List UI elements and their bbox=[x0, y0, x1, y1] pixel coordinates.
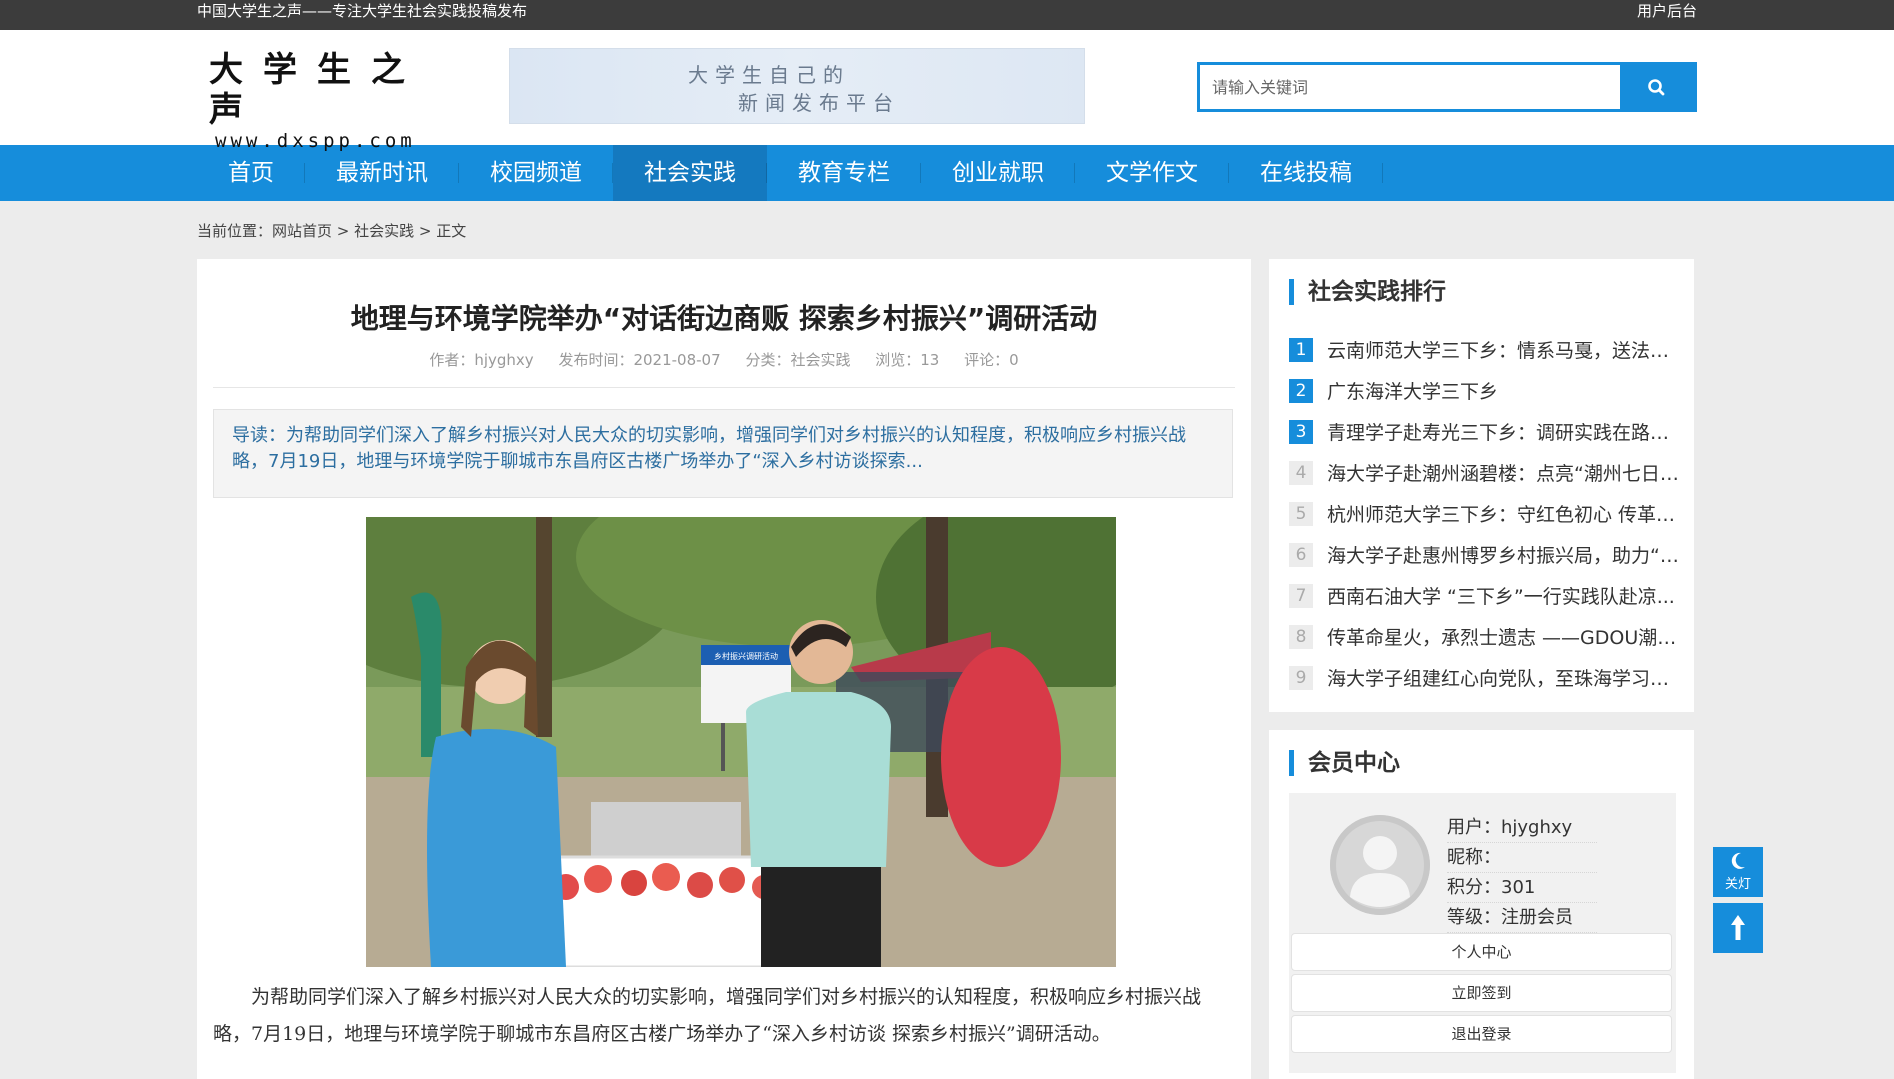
top-bar: 中国大学生之声——专注大学生社会实践投稿发布 用户后台 bbox=[0, 0, 1894, 30]
logout-button[interactable]: 退出登录 bbox=[1291, 1015, 1672, 1053]
moon-icon bbox=[1731, 852, 1745, 869]
rank-title[interactable]: 杭州师范大学三下乡：守红色初心 传革命... bbox=[1327, 500, 1679, 527]
rank-title[interactable]: 西南石油大学 “三下乡”一行实践队赴凉... bbox=[1327, 582, 1675, 609]
back-to-top-button[interactable] bbox=[1713, 903, 1763, 953]
article-paragraph: 为帮助同学们深入了解乡村振兴对人民大众的切实影响，增强同学们对乡村振兴的认知程度… bbox=[213, 986, 1202, 1045]
ranking-item[interactable]: 9 海大学子组建红心向党队，至珠海学习百年... bbox=[1289, 657, 1679, 698]
search-icon bbox=[1648, 79, 1665, 96]
personal-center-button[interactable]: 个人中心 bbox=[1291, 933, 1672, 971]
ranking-item[interactable]: 7 西南石油大学 “三下乡”一行实践队赴凉... bbox=[1289, 575, 1679, 616]
ranking-item[interactable]: 8 传革命星火，承烈士遗志 ——GDOU潮州... bbox=[1289, 616, 1679, 657]
rank-number: 2 bbox=[1289, 378, 1313, 403]
breadcrumb-separator: > bbox=[332, 222, 355, 240]
meta-views: 浏览：13 bbox=[875, 351, 940, 369]
rank-number: 5 bbox=[1289, 501, 1313, 526]
ranking-item[interactable]: 1 云南师范大学三下乡：情系马戛，送法下乡 bbox=[1289, 329, 1679, 370]
nav-item-career[interactable]: 创业就职 bbox=[921, 145, 1075, 201]
ranking-item[interactable]: 5 杭州师范大学三下乡：守红色初心 传革命... bbox=[1289, 493, 1679, 534]
meta-date: 发布时间：2021-08-07 bbox=[558, 351, 721, 369]
header-banner: 大学生自己的 新闻发布平台 bbox=[509, 48, 1085, 124]
rank-title[interactable]: 传革命星火，承烈士遗志 ——GDOU潮州... bbox=[1327, 623, 1679, 650]
breadcrumb-separator: > bbox=[414, 222, 437, 240]
site-logo[interactable]: 大学生之声 www.dxspp.com bbox=[209, 50, 449, 152]
member-center-panel: 会员中心 用户：hjyghxy 昵称： 积分：301 等级：注册会员 个人中心 … bbox=[1269, 730, 1694, 1079]
logo-text-cn: 大学生之声 bbox=[209, 50, 425, 130]
breadcrumb-current: 正文 bbox=[436, 222, 467, 240]
banner-line-2: 新闻发布平台 bbox=[738, 91, 900, 115]
rank-number: 3 bbox=[1289, 419, 1313, 444]
rank-title[interactable]: 海大学子赴惠州博罗乡村振兴局，助力“鹅... bbox=[1327, 541, 1679, 568]
ranking-list: 1 云南师范大学三下乡：情系马戛，送法下乡 2 广东海洋大学三下乡 3 青理学子赴寿光… bbox=[1289, 329, 1679, 698]
rank-number: 9 bbox=[1289, 665, 1313, 690]
rank-number: 1 bbox=[1289, 337, 1313, 362]
rank-number: 7 bbox=[1289, 583, 1313, 608]
meta-comments: 评论：0 bbox=[964, 351, 1019, 369]
nav-item-news[interactable]: 最新时讯 bbox=[305, 145, 459, 201]
ranking-item[interactable]: 6 海大学子赴惠州博罗乡村振兴局，助力“鹅... bbox=[1289, 534, 1679, 575]
ranking-panel: 社会实践排行 1 云南师范大学三下乡：情系马戛，送法下乡 2 广东海洋大学三下乡 3… bbox=[1269, 259, 1694, 712]
search-input[interactable] bbox=[1200, 65, 1620, 109]
user-backend-link[interactable]: 用户后台 bbox=[1637, 0, 1697, 22]
main-nav: 首页 最新时讯 校园频道 社会实践 教育专栏 创业就职 文学作文 在线投稿 bbox=[0, 145, 1894, 201]
search-button[interactable] bbox=[1620, 65, 1694, 109]
nav-item-education[interactable]: 教育专栏 bbox=[767, 145, 921, 201]
breadcrumb-home-link[interactable]: 网站首页 bbox=[272, 222, 332, 240]
rank-number: 6 bbox=[1289, 542, 1313, 567]
rank-title[interactable]: 海大学子组建红心向党队，至珠海学习百年... bbox=[1327, 664, 1679, 691]
member-center-title: 会员中心 bbox=[1289, 750, 1400, 776]
ranking-title: 社会实践排行 bbox=[1289, 279, 1446, 305]
lights-off-button[interactable]: 关灯 bbox=[1713, 847, 1763, 897]
meta-category: 分类：社会实践 bbox=[745, 351, 851, 369]
breadcrumb-prefix: 当前位置： bbox=[197, 222, 273, 240]
rank-number: 8 bbox=[1289, 624, 1313, 649]
article-lead: 导读：为帮助同学们深入了解乡村振兴对人民大众的切实影响，增强同学们对乡村振兴的认… bbox=[213, 409, 1233, 498]
nav-item-campus[interactable]: 校园频道 bbox=[459, 145, 613, 201]
ranking-item[interactable]: 4 海大学子赴潮州涵碧楼：点亮“潮州七日红... bbox=[1289, 452, 1679, 493]
street-vendor-photo: 乡村振兴调研活动 bbox=[366, 517, 1116, 967]
nav-item-social-practice[interactable]: 社会实践 bbox=[613, 145, 767, 201]
user-avatar-icon bbox=[1330, 815, 1430, 915]
member-level: 等级：注册会员 bbox=[1447, 903, 1597, 933]
ranking-item[interactable]: 3 青理学子赴寿光三下乡：调研实践在路上，... bbox=[1289, 411, 1679, 452]
article-title: 地理与环境学院举办“对话街边商贩 探索乡村振兴”调研活动 bbox=[350, 302, 1098, 335]
arrow-up-icon bbox=[1731, 915, 1745, 940]
rank-title[interactable]: 海大学子赴潮州涵碧楼：点亮“潮州七日红... bbox=[1327, 459, 1679, 486]
rank-title[interactable]: 广东海洋大学三下乡 bbox=[1327, 377, 1498, 404]
member-info-box: 用户：hjyghxy 昵称： 积分：301 等级：注册会员 个人中心 立即签到 … bbox=[1289, 793, 1676, 1073]
banner-line-1: 大学生自己的 bbox=[688, 63, 850, 87]
rank-title[interactable]: 云南师范大学三下乡：情系马戛，送法下乡 bbox=[1327, 336, 1679, 363]
photo-sign-text: 乡村振兴调研活动 bbox=[714, 651, 778, 661]
site-header: 大学生之声 www.dxspp.com 大学生自己的 新闻发布平台 bbox=[0, 30, 1894, 152]
rank-number: 4 bbox=[1289, 460, 1313, 485]
article-panel: 地理与环境学院举办“对话街边商贩 探索乡村振兴”调研活动 作者：hjyghxy … bbox=[197, 259, 1251, 1079]
article-photo: 乡村振兴调研活动 bbox=[366, 517, 1116, 967]
site-tagline: 中国大学生之声——专注大学生社会实践投稿发布 bbox=[197, 2, 528, 20]
search-box bbox=[1197, 62, 1697, 112]
nav-item-submit[interactable]: 在线投稿 bbox=[1229, 145, 1383, 201]
ranking-item[interactable]: 2 广东海洋大学三下乡 bbox=[1289, 370, 1679, 411]
rank-title[interactable]: 青理学子赴寿光三下乡：调研实践在路上，... bbox=[1327, 418, 1679, 445]
lights-off-label: 关灯 bbox=[1724, 877, 1751, 892]
breadcrumb-section-link[interactable]: 社会实践 bbox=[354, 222, 414, 240]
meta-author: 作者：hjyghxy bbox=[429, 351, 534, 369]
breadcrumb: 当前位置：网站首页 > 社会实践 > 正文 bbox=[197, 220, 466, 241]
article-meta: 作者：hjyghxy 发布时间：2021-08-07 分类：社会实践 浏览：13… bbox=[197, 349, 1251, 370]
member-username: 用户：hjyghxy bbox=[1447, 813, 1597, 843]
member-points: 积分：301 bbox=[1447, 873, 1597, 903]
nav-item-literature[interactable]: 文学作文 bbox=[1075, 145, 1229, 201]
nav-item-home[interactable]: 首页 bbox=[197, 145, 305, 201]
avatar bbox=[1330, 815, 1430, 915]
title-divider bbox=[213, 387, 1235, 388]
member-info: 用户：hjyghxy 昵称： 积分：301 等级：注册会员 bbox=[1447, 813, 1597, 933]
check-in-button[interactable]: 立即签到 bbox=[1291, 974, 1672, 1012]
member-nickname: 昵称： bbox=[1447, 843, 1597, 873]
